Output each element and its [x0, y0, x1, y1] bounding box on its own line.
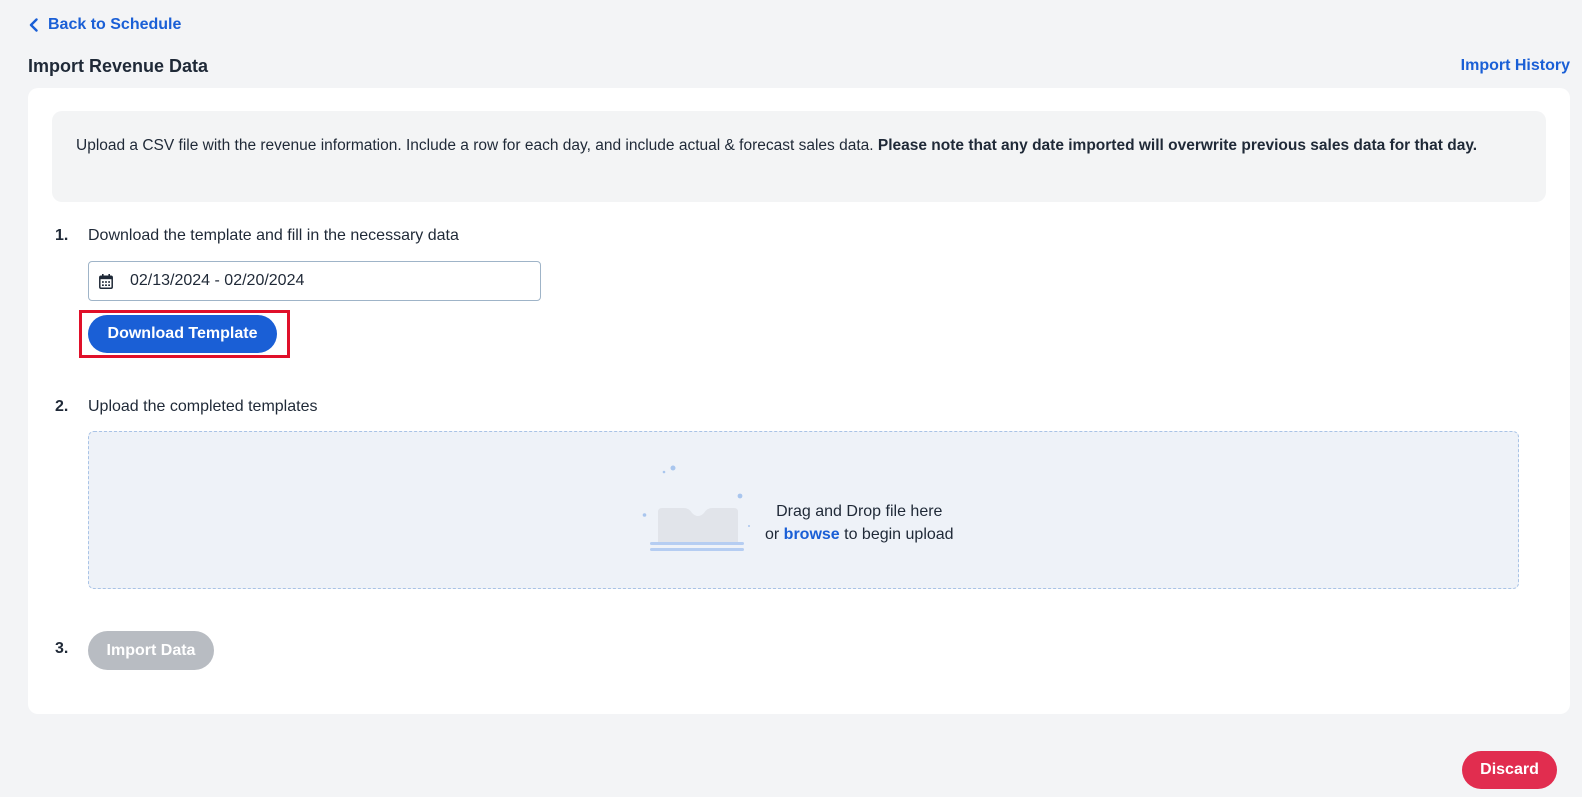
info-notice: Upload a CSV file with the revenue infor… — [52, 111, 1546, 202]
date-range-value: 02/13/2024 - 02/20/2024 — [130, 272, 305, 289]
import-card: Upload a CSV file with the revenue infor… — [28, 88, 1570, 714]
import-data-button[interactable]: Import Data — [88, 631, 214, 670]
back-to-schedule-link[interactable]: Back to Schedule — [28, 16, 181, 34]
notice-warning: Please note that any date imported will … — [877, 137, 1478, 154]
step-1-text: Download the template and fill in the ne… — [88, 227, 459, 244]
download-template-button[interactable]: Download Template — [88, 315, 277, 353]
discard-button[interactable]: Discard — [1462, 751, 1557, 789]
calendar-icon — [99, 273, 113, 289]
dropzone-line-2: or browse to begin upload — [765, 523, 954, 546]
import-history-link[interactable]: Import History — [1461, 57, 1570, 75]
dropzone-text: Drag and Drop file here or browse to beg… — [765, 500, 954, 546]
step-3-number: 3. — [55, 640, 69, 657]
dropzone-prefix: or — [765, 526, 784, 543]
browse-link[interactable]: browse — [784, 526, 840, 543]
step-1-number: 1. — [55, 227, 69, 244]
file-dropzone[interactable]: Drag and Drop file here or browse to beg… — [88, 431, 1519, 589]
back-to-schedule-label: Back to Schedule — [48, 16, 182, 33]
notice-text: Upload a CSV file with the revenue infor… — [76, 137, 878, 154]
step-2-number: 2. — [55, 398, 69, 415]
dropzone-suffix: to begin upload — [839, 526, 954, 543]
upload-tray-icon — [642, 465, 750, 551]
dropzone-line-1: Drag and Drop file here — [776, 503, 943, 520]
date-range-picker[interactable]: 02/13/2024 - 02/20/2024 — [88, 261, 541, 301]
step-2-text: Upload the completed templates — [88, 398, 318, 415]
chevron-left-icon — [29, 18, 38, 32]
page-title: Import Revenue Data — [28, 56, 209, 76]
